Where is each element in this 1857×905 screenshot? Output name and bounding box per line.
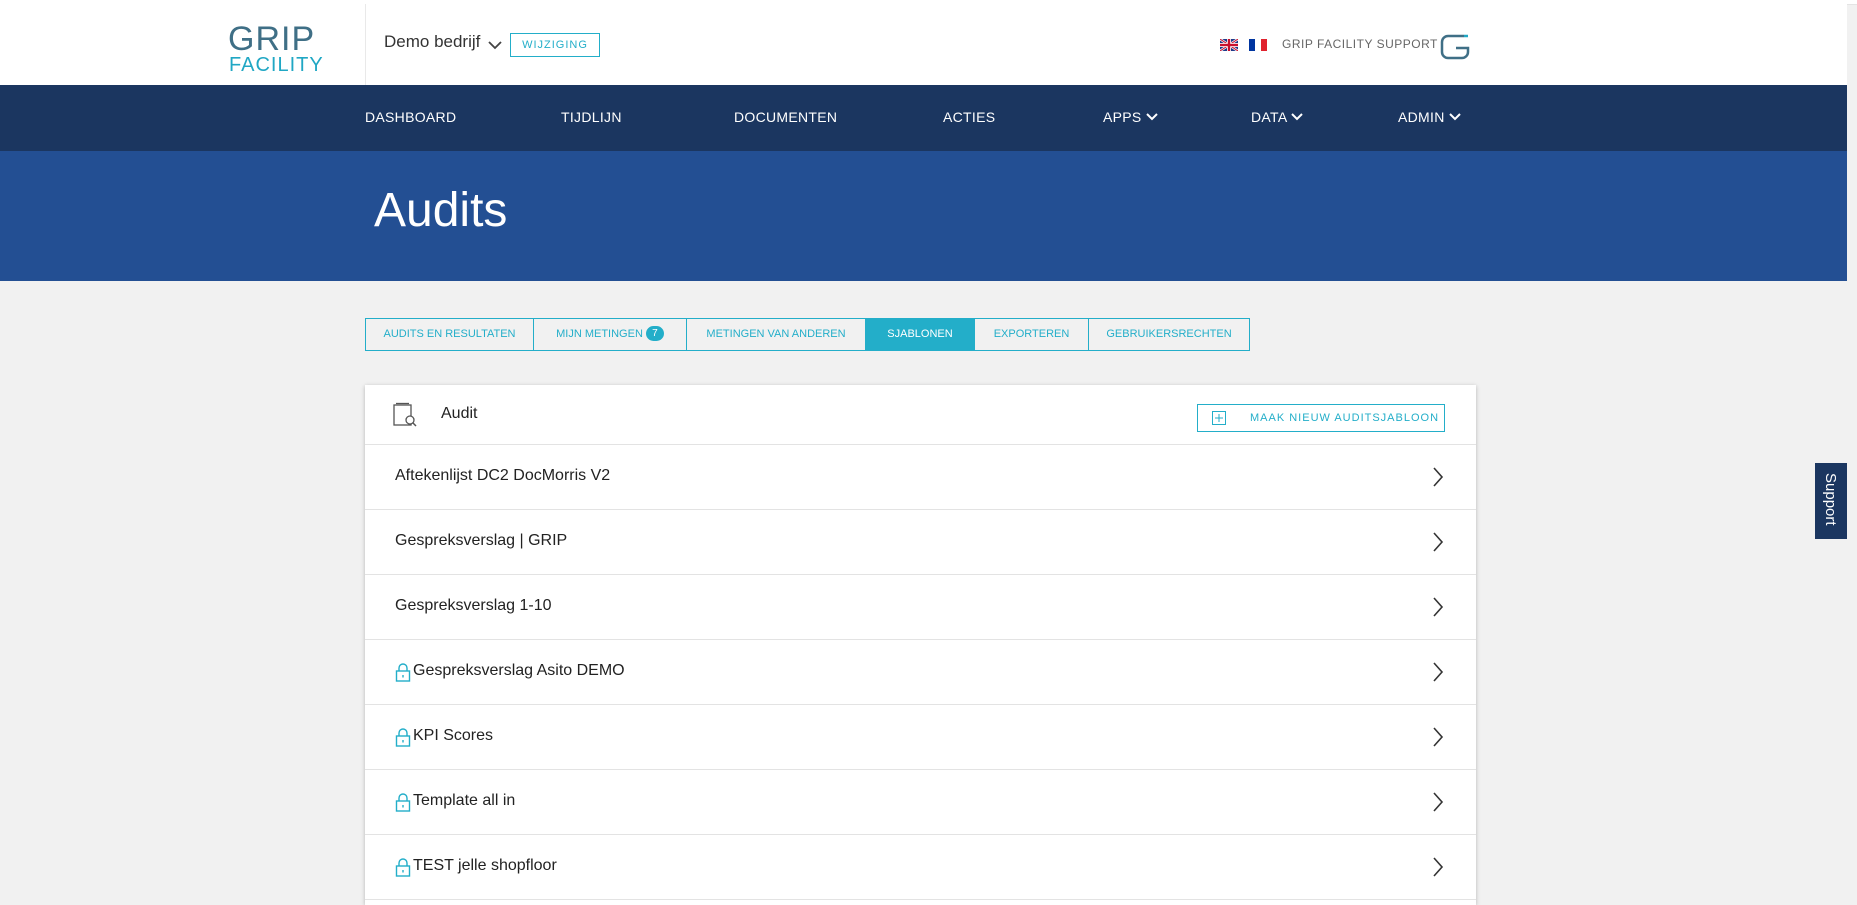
tab-exporteren[interactable]: EXPORTEREN: [975, 318, 1089, 351]
tab-sjablonen[interactable]: SJABLONEN: [866, 318, 975, 351]
nav-admin[interactable]: ADMIN: [1398, 109, 1462, 125]
template-name: Gespreksverslag | GRIP: [395, 532, 568, 549]
template-name: Aftekenlijst DC2 DocMorris V2: [395, 467, 611, 484]
template-name: Gespreksverslag 1-10: [395, 597, 552, 614]
template-name: TEST jelle shopfloor: [413, 857, 557, 874]
chevron-down-icon: [1291, 113, 1304, 121]
nav-acties[interactable]: ACTIES: [943, 109, 995, 125]
lock-icon: [395, 793, 411, 812]
template-name: Gespreksverslag Asito DEMO: [413, 662, 625, 679]
english-flag-icon[interactable]: [1220, 39, 1238, 51]
support-tab-label: Support: [1822, 473, 1839, 526]
template-row[interactable]: Gespreksverslag | GRIP: [365, 510, 1476, 575]
card-header: Audit MAAK NIEUW AUDITSJABLOON: [365, 385, 1476, 445]
nav-data[interactable]: DATA: [1251, 109, 1304, 125]
plus-icon: [1212, 411, 1226, 425]
tab-gebruikersrechten[interactable]: GEBRUIKERSRECHTEN: [1089, 318, 1250, 351]
nav-tijdlijn[interactable]: TIJDLIJN: [561, 109, 622, 125]
lock-icon: [395, 663, 411, 682]
nav-dashboard[interactable]: DASHBOARD: [365, 109, 456, 125]
chevron-right-icon: [1433, 792, 1444, 812]
lock-icon: [395, 858, 411, 877]
template-row[interactable]: KPI Scores: [365, 705, 1476, 770]
user-avatar-icon[interactable]: [1438, 30, 1472, 64]
nav-documenten[interactable]: DOCUMENTEN: [734, 109, 837, 125]
chevron-right-icon: [1433, 597, 1444, 617]
logo-text-bottom: FACILITY: [229, 54, 324, 76]
main-navigation: DASHBOARD TIJDLIJN DOCUMENTEN ACTIES APP…: [0, 85, 1847, 151]
card-title: Audit: [441, 405, 478, 422]
logo-text-top: GRIP: [228, 20, 316, 58]
chevron-right-icon: [1433, 727, 1444, 747]
scrollbar[interactable]: [1847, 85, 1857, 897]
header-divider: [365, 4, 366, 85]
chevron-right-icon: [1433, 662, 1444, 682]
grip-facility-logo[interactable]: GRIP FACILITY: [228, 20, 324, 76]
tab-metingen-van-anderen[interactable]: METINGEN VAN ANDEREN: [687, 318, 866, 351]
template-row[interactable]: TEST jelle shopfloor: [365, 835, 1476, 900]
audit-search-icon: [393, 402, 417, 427]
page-banner: Audits: [0, 151, 1847, 281]
french-flag-icon[interactable]: [1249, 39, 1267, 51]
nav-apps-label: APPS: [1103, 109, 1142, 125]
chevron-right-icon: [1433, 467, 1444, 487]
chevron-down-icon[interactable]: [487, 39, 503, 51]
support-side-tab[interactable]: Support: [1815, 463, 1847, 539]
change-company-button[interactable]: WIJZIGING: [510, 33, 600, 57]
nav-admin-label: ADMIN: [1398, 109, 1445, 125]
template-name: Template all in: [413, 792, 516, 809]
chevron-right-icon: [1433, 857, 1444, 877]
chevron-down-icon: [1145, 113, 1158, 121]
tab-audits-en-resultaten[interactable]: AUDITS EN RESULTATEN: [365, 318, 534, 351]
template-name: KPI Scores: [413, 727, 494, 744]
templates-card: Audit MAAK NIEUW AUDITSJABLOON Aftekenli…: [365, 385, 1476, 905]
chevron-down-icon: [1448, 113, 1461, 121]
template-row[interactable]: Aftekenlijst DC2 DocMorris V2: [365, 445, 1476, 510]
lock-icon: [395, 728, 411, 747]
nav-apps[interactable]: APPS: [1103, 109, 1159, 125]
audit-tabs: AUDITS EN RESULTATEN MIJN METINGEN 7 METI…: [365, 318, 1250, 351]
new-template-label: MAAK NIEUW AUDITSJABLOON: [1250, 412, 1440, 424]
template-row[interactable]: Gespreksverslag 1-10: [365, 575, 1476, 640]
nav-data-label: DATA: [1251, 109, 1288, 125]
new-template-button[interactable]: MAAK NIEUW AUDITSJABLOON: [1197, 404, 1445, 432]
support-user-label[interactable]: GRIP FACILITY SUPPORT: [1282, 37, 1438, 51]
count-badge: 7: [645, 325, 664, 341]
template-row[interactable]: Template all in: [365, 770, 1476, 835]
tab-label: MIJN METINGEN: [556, 328, 643, 340]
company-selector[interactable]: Demo bedrijf: [384, 32, 480, 52]
template-row[interactable]: Gespreksverslag Asito DEMO: [365, 640, 1476, 705]
header: GRIP FACILITY Demo bedrijf WIJZIGING GRI…: [0, 4, 1847, 85]
chevron-right-icon: [1433, 532, 1444, 552]
page-title: Audits: [374, 184, 508, 237]
tab-mijn-metingen[interactable]: MIJN METINGEN 7: [534, 318, 687, 351]
